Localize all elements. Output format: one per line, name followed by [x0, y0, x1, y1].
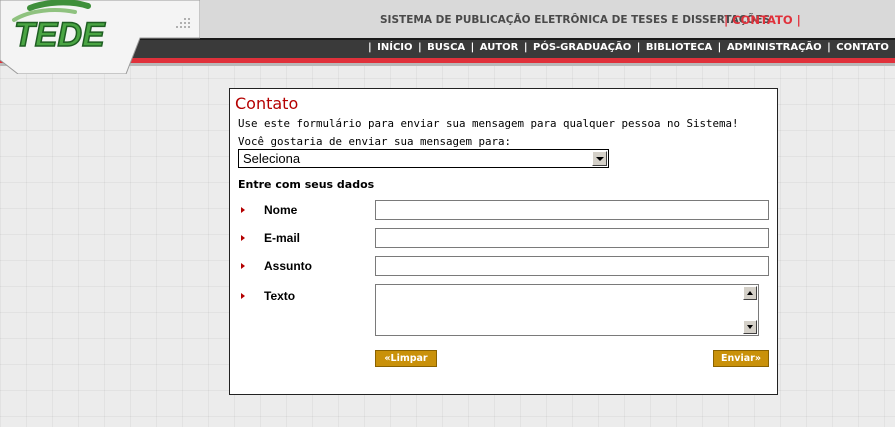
section-heading: Entre com seus dados — [238, 178, 375, 191]
nav-item-inicio[interactable]: INÍCIO — [377, 42, 412, 53]
bullet-arrow-icon — [241, 263, 245, 269]
nav-item-biblioteca[interactable]: BIBLIOTECA — [646, 42, 712, 53]
subject-field[interactable] — [375, 256, 769, 276]
recipient-select[interactable]: Seleciona — [238, 149, 609, 168]
nav-separator: | — [418, 42, 422, 53]
clear-button[interactable]: «Limpar — [375, 350, 437, 367]
nav-separator: | — [470, 42, 475, 53]
system-title: SISTEMA DE PUBLICAÇÃO ELETRÔNICA DE TESE… — [380, 14, 771, 26]
contact-form-panel: Contato Use este formulário para enviar … — [229, 88, 778, 395]
nav-item-administracao[interactable]: ADMINISTRAÇÃO — [727, 42, 822, 53]
site-logo[interactable]: TEDE — [0, 0, 200, 74]
scroll-down-icon[interactable] — [743, 320, 757, 334]
nav-item-contato[interactable]: CONTATO — [836, 42, 889, 53]
nav-item-busca[interactable]: BUSCA — [427, 42, 465, 53]
chevron-down-icon[interactable] — [592, 151, 607, 166]
nav-separator: | — [636, 42, 641, 53]
recipient-label: Você gostaria de enviar sua mensagem par… — [238, 135, 512, 148]
nav-separator: | — [523, 42, 528, 53]
top-contact-link[interactable]: | CONTATO | — [724, 13, 801, 27]
email-field[interactable] — [375, 228, 769, 248]
bullet-arrow-icon — [241, 235, 245, 241]
name-label: Nome — [264, 203, 298, 217]
email-label: E-mail — [264, 231, 301, 245]
main-nav: | INÍCIO | BUSCA | AUTOR | PÓS-GRADUAÇÃO… — [366, 42, 895, 53]
page-title: Contato — [235, 94, 299, 113]
message-label: Texto — [264, 289, 296, 303]
nav-item-autor[interactable]: AUTOR — [480, 42, 519, 53]
name-field[interactable] — [375, 200, 769, 220]
form-intro-text: Use este formulário para enviar sua mens… — [238, 117, 739, 130]
nav-separator: | — [827, 42, 831, 53]
bullet-arrow-icon — [241, 207, 245, 213]
scroll-up-icon[interactable] — [743, 286, 757, 300]
nav-separator: | — [717, 42, 722, 53]
logo-text: TEDE — [14, 16, 106, 54]
send-button[interactable]: Enviar» — [713, 350, 769, 367]
recipient-select-value: Seleciona — [243, 151, 301, 166]
subject-label: Assunto — [264, 259, 312, 273]
nav-separator: | — [368, 42, 372, 53]
bullet-arrow-icon — [241, 293, 245, 299]
message-textarea[interactable] — [375, 284, 759, 336]
nav-item-pos-graduacao[interactable]: PÓS-GRADUAÇÃO — [533, 42, 631, 53]
